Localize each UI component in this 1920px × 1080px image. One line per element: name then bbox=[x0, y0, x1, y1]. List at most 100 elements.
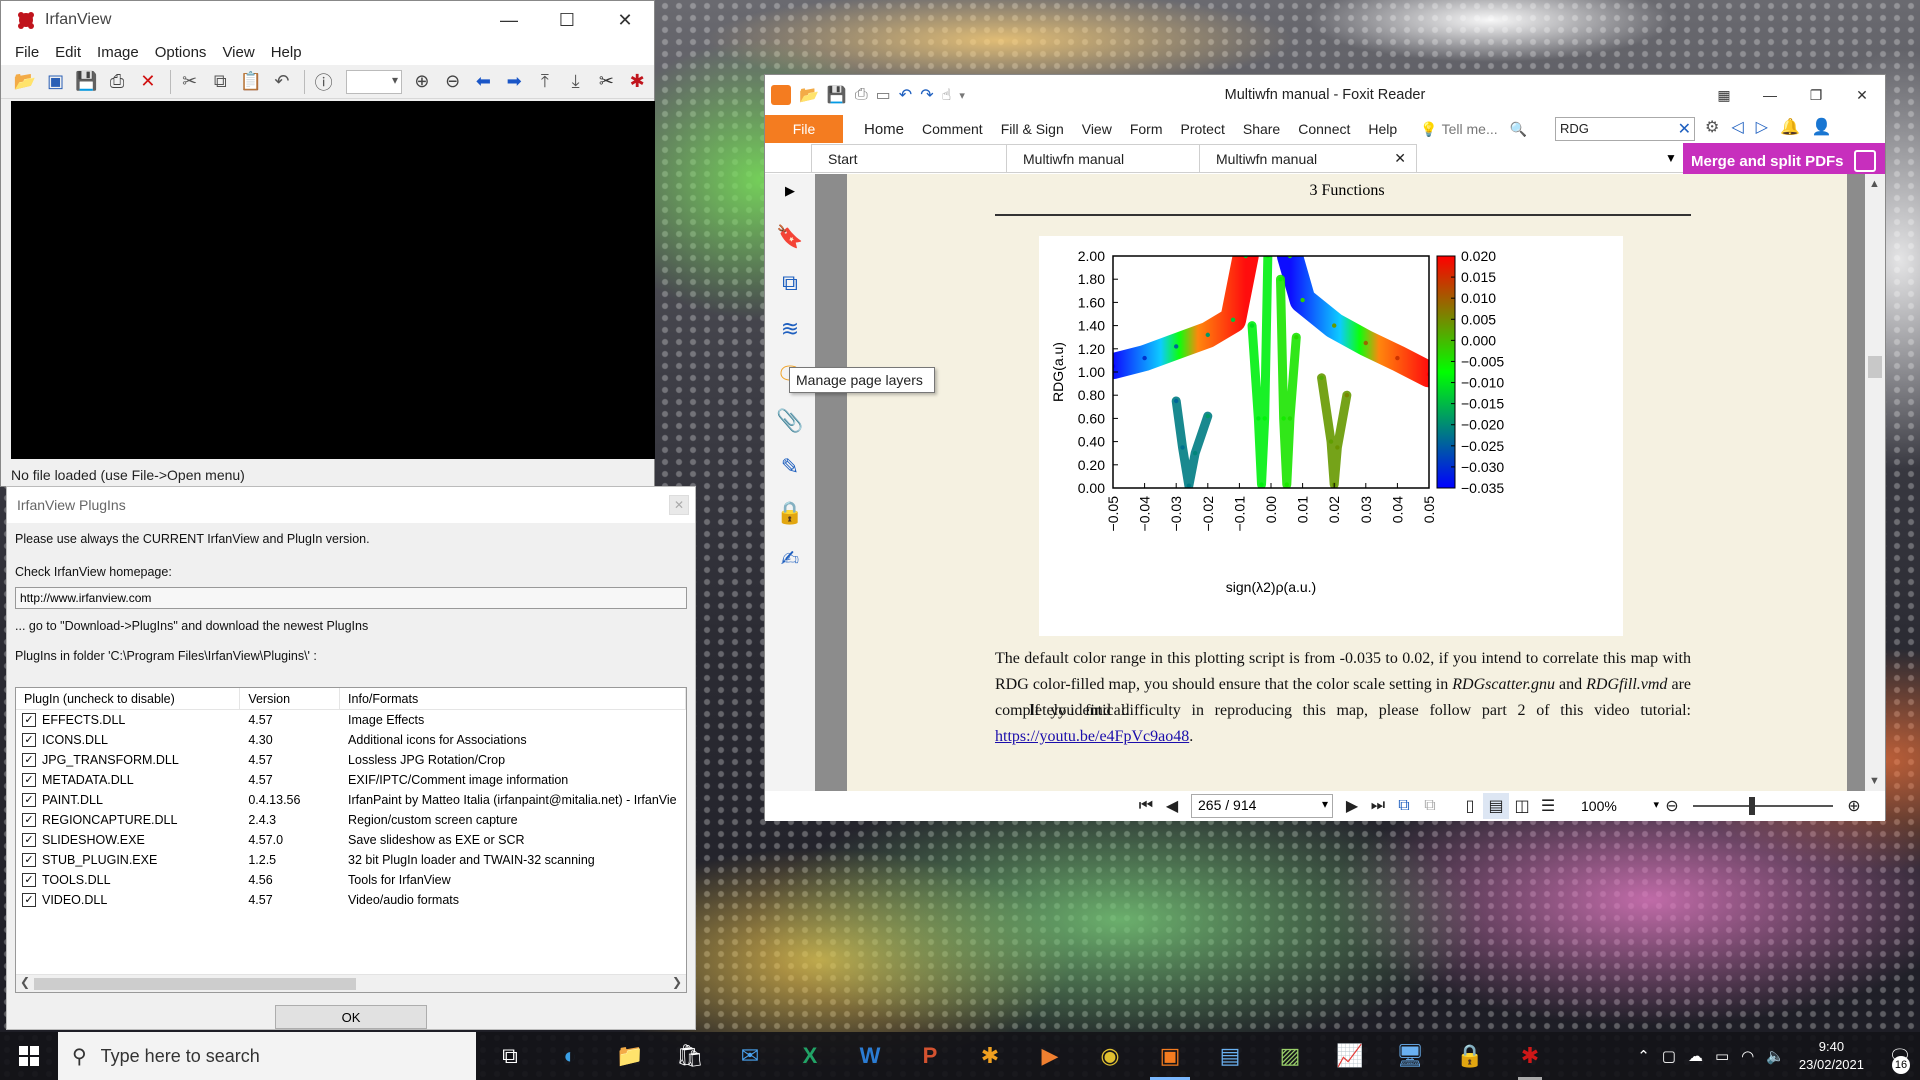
find-input[interactable]: RDG ✕ bbox=[1555, 117, 1695, 141]
close-button[interactable]: ✕ bbox=[596, 1, 654, 39]
delete-icon[interactable]: ✕ bbox=[134, 68, 162, 96]
tab-share[interactable]: Share bbox=[1243, 121, 1280, 137]
signature-icon[interactable]: ✎ bbox=[777, 454, 803, 480]
horizontal-scrollbar[interactable]: ❮ ❯ bbox=[16, 974, 686, 992]
tell-me-input[interactable]: Tell me... bbox=[1442, 121, 1498, 137]
continuous-facing-icon[interactable]: ☰ bbox=[1535, 793, 1561, 819]
facing-page-icon[interactable]: ◫ bbox=[1509, 793, 1535, 819]
undo-icon[interactable]: ↶ bbox=[268, 68, 296, 96]
paste-icon[interactable]: 📋 bbox=[237, 68, 265, 96]
scroll-up-icon[interactable]: ▲ bbox=[1869, 178, 1880, 190]
irfanview-logo-icon[interactable]: ✱ bbox=[623, 68, 651, 96]
continuous-page-icon[interactable]: ▤ bbox=[1483, 793, 1509, 819]
tab-form[interactable]: Form bbox=[1130, 121, 1163, 137]
foxit-titlebar[interactable]: 📂 💾 ⎙ ▭ ↶ ↷ ☝ ▾ Multiwfn manual - Foxit … bbox=[765, 75, 1885, 115]
close-button[interactable]: ✕ bbox=[1839, 75, 1885, 115]
store-icon[interactable]: 🛍 bbox=[660, 1032, 720, 1080]
zoom-in-icon[interactable]: ⊕ bbox=[1841, 793, 1867, 819]
menu-options[interactable]: Options bbox=[155, 44, 207, 61]
plugin-checkbox[interactable]: ✓ bbox=[22, 873, 36, 887]
irfanview-titlebar[interactable]: IrfanView — ☐ ✕ bbox=[1, 1, 654, 39]
plugin-checkbox[interactable]: ✓ bbox=[22, 833, 36, 847]
tutorial-link[interactable]: https://youtu.be/e4FpVc9ao48 bbox=[995, 728, 1189, 745]
word-icon[interactable]: W bbox=[840, 1032, 900, 1080]
slideshow-icon[interactable]: ▣ bbox=[42, 68, 70, 96]
table-row[interactable]: ✓ VIDEO.DLL 4.57 Video/audio formats bbox=[16, 890, 686, 910]
zoom-out-icon[interactable]: ⊖ bbox=[439, 68, 467, 96]
menu-edit[interactable]: Edit bbox=[55, 44, 81, 61]
tab-close-icon[interactable]: ✕ bbox=[1394, 150, 1406, 167]
image-viewer-icon[interactable]: ▨ bbox=[1260, 1032, 1320, 1080]
battery-icon[interactable]: ▭ bbox=[1715, 1047, 1729, 1065]
tools-icon[interactable]: ✂ bbox=[592, 68, 620, 96]
table-row[interactable]: ✓ EFFECTS.DLL 4.57 Image Effects bbox=[16, 710, 686, 730]
dialog-close-icon[interactable]: ✕ bbox=[669, 495, 689, 515]
print-icon[interactable]: ⎙ bbox=[103, 68, 131, 96]
arrow-left-icon[interactable]: ⬅ bbox=[469, 68, 497, 96]
ribbon-display-icon[interactable]: ▦ bbox=[1701, 75, 1747, 115]
page-thumbnails-icon[interactable]: ⧉ bbox=[777, 270, 803, 296]
column-header-info[interactable]: Info/Formats bbox=[340, 687, 686, 710]
page-number-input[interactable]: 265 / 914 bbox=[1191, 794, 1333, 818]
clear-search-icon[interactable]: ✕ bbox=[1678, 119, 1691, 139]
tab-protect[interactable]: Protect bbox=[1181, 121, 1225, 137]
previous-view-icon[interactable]: ⧉ bbox=[1391, 793, 1417, 819]
menu-help[interactable]: Help bbox=[271, 44, 302, 61]
scrollbar-thumb[interactable] bbox=[1868, 356, 1882, 378]
zoom-out-icon[interactable]: ⊖ bbox=[1659, 793, 1685, 819]
hand-tool-icon[interactable]: ☝ bbox=[942, 85, 952, 105]
layers-icon[interactable]: ≋ bbox=[777, 316, 803, 342]
info-icon[interactable]: ⓘ bbox=[310, 68, 338, 96]
plugin-checkbox[interactable]: ✓ bbox=[22, 753, 36, 767]
start-button[interactable] bbox=[0, 1032, 58, 1080]
ok-button[interactable]: OK bbox=[275, 1005, 427, 1029]
table-row[interactable]: ✓ JPG_TRANSFORM.DLL 4.57 Lossless JPG Rot… bbox=[16, 750, 686, 770]
remote-desktop-icon[interactable]: 🖥 bbox=[1380, 1032, 1440, 1080]
column-header-version[interactable]: Version bbox=[240, 687, 341, 710]
arrow-right-icon[interactable]: ➡ bbox=[500, 68, 528, 96]
tab-fill-sign[interactable]: Fill & Sign bbox=[1001, 121, 1064, 137]
image-canvas[interactable] bbox=[11, 101, 655, 459]
security-app-icon[interactable]: 🔒 bbox=[1440, 1032, 1500, 1080]
media-player-icon[interactable]: ▶ bbox=[1020, 1032, 1080, 1080]
destinations-icon[interactable]: ✍ bbox=[777, 546, 803, 572]
plugin-checkbox[interactable]: ✓ bbox=[22, 853, 36, 867]
first-page-icon[interactable]: ⤒ bbox=[531, 68, 559, 96]
table-row[interactable]: ✓ PAINT.DLL 0.4.13.56 IrfanPaint by Matte… bbox=[16, 790, 686, 810]
chrome-icon[interactable]: ◉ bbox=[1080, 1032, 1140, 1080]
zoom-slider[interactable] bbox=[1693, 797, 1833, 815]
expand-panel-icon[interactable]: ▶ bbox=[777, 178, 803, 204]
save-icon[interactable]: 💾 bbox=[73, 68, 101, 96]
homepage-url-field[interactable]: http://www.irfanview.com bbox=[15, 587, 687, 609]
zoom-in-icon[interactable]: ⊕ bbox=[408, 68, 436, 96]
paint-app-icon[interactable]: ✱ bbox=[960, 1032, 1020, 1080]
plugin-checkbox[interactable]: ✓ bbox=[22, 773, 36, 787]
undo-icon[interactable]: ↶ bbox=[899, 85, 912, 105]
onedrive-icon[interactable]: ☁ bbox=[1688, 1047, 1703, 1065]
table-row[interactable]: ✓ SLIDESHOW.EXE 4.57.0 Save slideshow as … bbox=[16, 830, 686, 850]
scroll-down-icon[interactable]: ▼ bbox=[1869, 775, 1880, 787]
menu-file[interactable]: File bbox=[15, 44, 39, 61]
foxit-reader-icon[interactable]: ▣ bbox=[1140, 1032, 1200, 1080]
copy-icon[interactable]: ⧉ bbox=[206, 68, 234, 96]
powerpoint-icon[interactable]: P bbox=[900, 1032, 960, 1080]
scroll-right-icon[interactable]: ❯ bbox=[672, 975, 682, 989]
user-account-icon[interactable]: 👤 bbox=[1812, 117, 1832, 137]
table-row[interactable]: ✓ ICONS.DLL 4.30 Additional icons for Ass… bbox=[16, 730, 686, 750]
tab-document[interactable]: Multiwfn manual bbox=[1006, 144, 1200, 172]
zoom-level-combo[interactable]: 100% ▾ bbox=[1581, 798, 1659, 814]
tabs-dropdown-icon[interactable]: ▼ bbox=[1665, 151, 1677, 165]
task-view-icon[interactable]: ⧉ bbox=[480, 1032, 540, 1080]
meet-now-icon[interactable]: ▢ bbox=[1662, 1047, 1676, 1065]
table-row[interactable]: ✓ TOOLS.DLL 4.56 Tools for IrfanView bbox=[16, 870, 686, 890]
screenshot-icon[interactable]: ▭ bbox=[876, 85, 891, 105]
taskbar-search-input[interactable]: ⚲ Type here to search bbox=[58, 1032, 476, 1080]
redo-icon[interactable]: ↷ bbox=[920, 85, 933, 105]
maximize-button[interactable]: ☐ bbox=[538, 1, 596, 39]
tab-document-active[interactable]: Multiwfn manual ✕ bbox=[1199, 144, 1417, 172]
next-result-icon[interactable]: ▷ bbox=[1756, 117, 1768, 137]
excel-icon[interactable]: X bbox=[780, 1032, 840, 1080]
tab-connect[interactable]: Connect bbox=[1298, 121, 1350, 137]
table-row[interactable]: ✓ REGIONCAPTURE.DLL 2.4.3 Region/custom s… bbox=[16, 810, 686, 830]
plugin-checkbox[interactable]: ✓ bbox=[22, 813, 36, 827]
